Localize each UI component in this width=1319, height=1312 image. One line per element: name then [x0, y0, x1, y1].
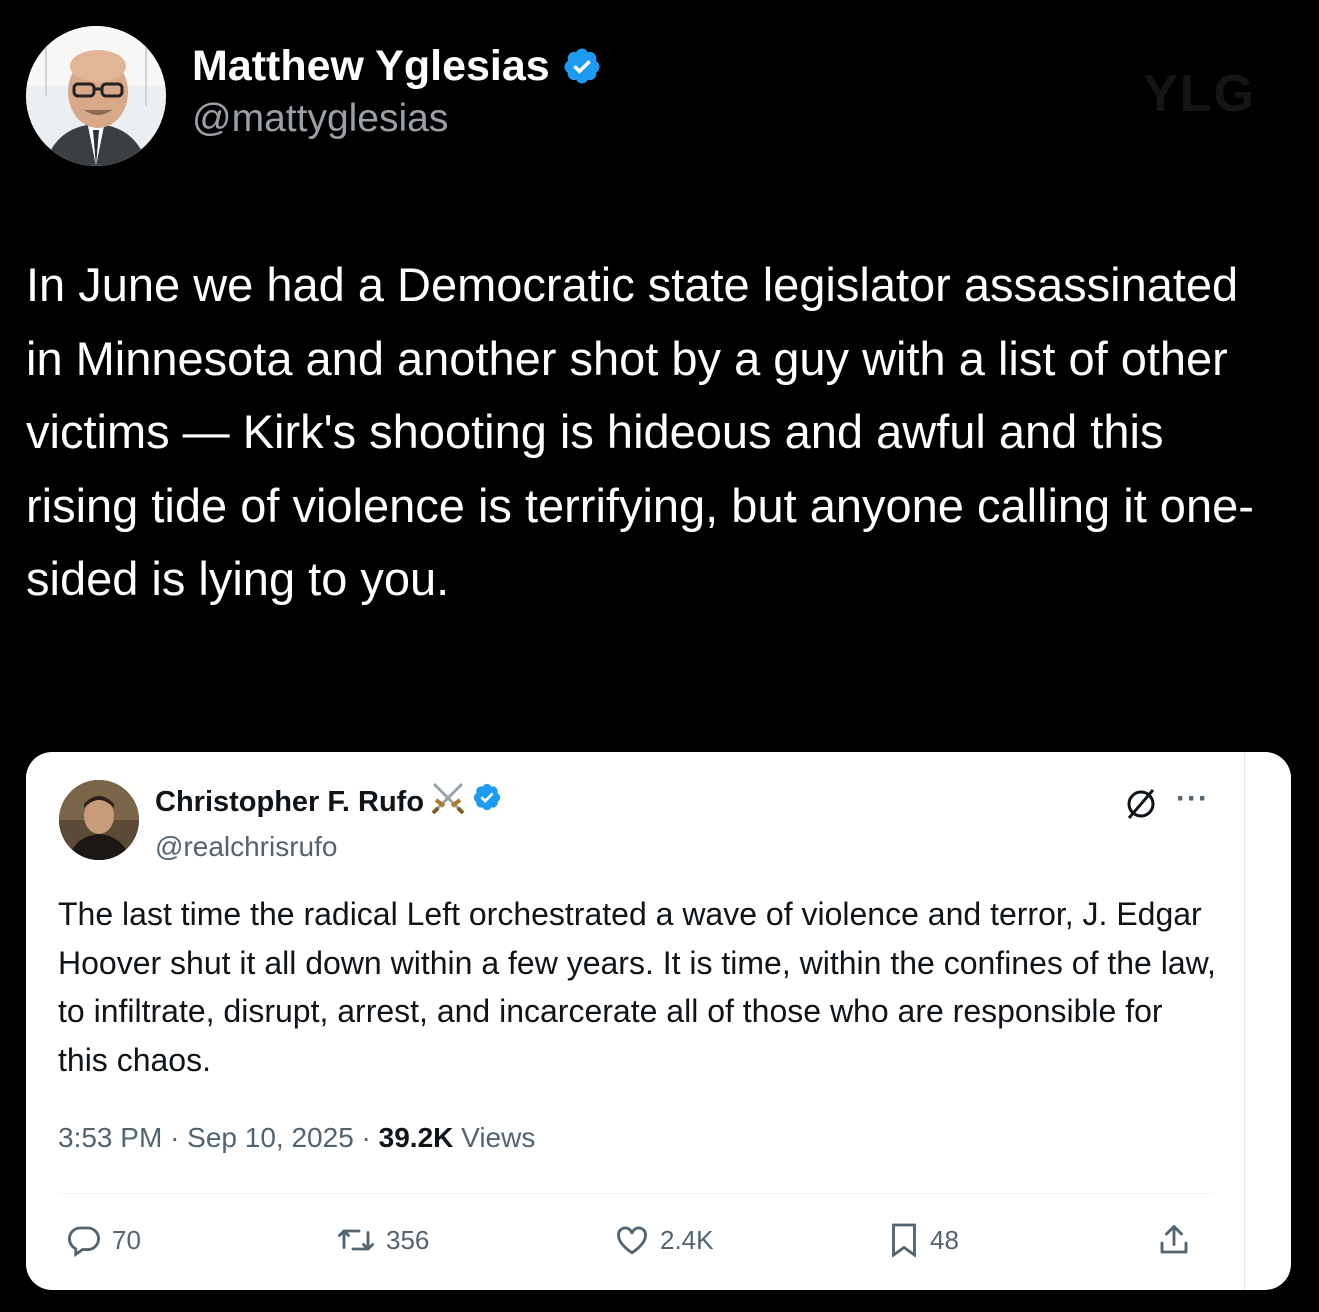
- watermark: YLG: [1143, 65, 1256, 123]
- views-count: 39.2K: [378, 1122, 454, 1153]
- verified-badge-icon: [562, 46, 602, 86]
- meta-separator: ·: [361, 1122, 379, 1153]
- author-avatar[interactable]: [26, 26, 166, 166]
- reply-count: 70: [112, 1224, 141, 1255]
- bookmark-icon: [888, 1222, 920, 1258]
- tweet-text: In June we had a Democratic state legisl…: [26, 258, 1254, 605]
- reply-icon: [66, 1222, 102, 1258]
- like-count: 2.4K: [660, 1224, 714, 1255]
- more-icon[interactable]: ···: [1176, 782, 1209, 816]
- views-label: Views: [461, 1122, 536, 1153]
- meta-separator: ·: [170, 1122, 188, 1153]
- repost-button[interactable]: 356: [336, 1222, 429, 1258]
- tweet-date[interactable]: Sep 10, 2025: [187, 1122, 354, 1153]
- share-button[interactable]: [1156, 1222, 1192, 1258]
- quoted-tweet-text: The last time the radical Left orchestra…: [58, 896, 1216, 1078]
- actions-divider: [58, 1193, 1213, 1194]
- grok-icon[interactable]: [1123, 786, 1159, 827]
- bookmark-count: 48: [930, 1224, 959, 1255]
- tweet-metadata: 3:53 PM · Sep 10, 2025 · 39.2K Views: [58, 1120, 535, 1156]
- repost-icon: [336, 1222, 376, 1258]
- author-name-text[interactable]: Matthew Yglesias: [192, 40, 550, 92]
- quoted-tweet-card[interactable]: Christopher F. Rufo @realchrisrufo ··· T…: [26, 752, 1291, 1290]
- repost-count: 356: [386, 1224, 430, 1255]
- quoted-author-avatar[interactable]: [59, 780, 139, 860]
- action-bar: 70 356 2.4K 48: [66, 1222, 1206, 1262]
- author-name[interactable]: Matthew Yglesias: [192, 40, 602, 92]
- share-icon: [1156, 1222, 1192, 1258]
- author-handle[interactable]: @mattyglesias: [192, 94, 602, 144]
- quoted-author-handle[interactable]: @realchrisrufo: [155, 829, 502, 865]
- quoted-verified-badge-icon: [472, 782, 502, 821]
- tweet-header: Matthew Yglesias @mattyglesias YLG: [26, 26, 1286, 168]
- tweet-time[interactable]: 3:53 PM: [58, 1122, 162, 1153]
- bookmark-button[interactable]: 48: [888, 1222, 959, 1258]
- reply-button[interactable]: 70: [66, 1222, 141, 1258]
- crossed-swords-icon: [430, 780, 466, 823]
- quoted-author-name-text[interactable]: Christopher F. Rufo: [155, 784, 424, 820]
- card-edge-divider: [1244, 752, 1245, 1290]
- quoted-author-name[interactable]: Christopher F. Rufo: [155, 780, 502, 823]
- like-icon: [614, 1222, 650, 1258]
- like-button[interactable]: 2.4K: [614, 1222, 714, 1258]
